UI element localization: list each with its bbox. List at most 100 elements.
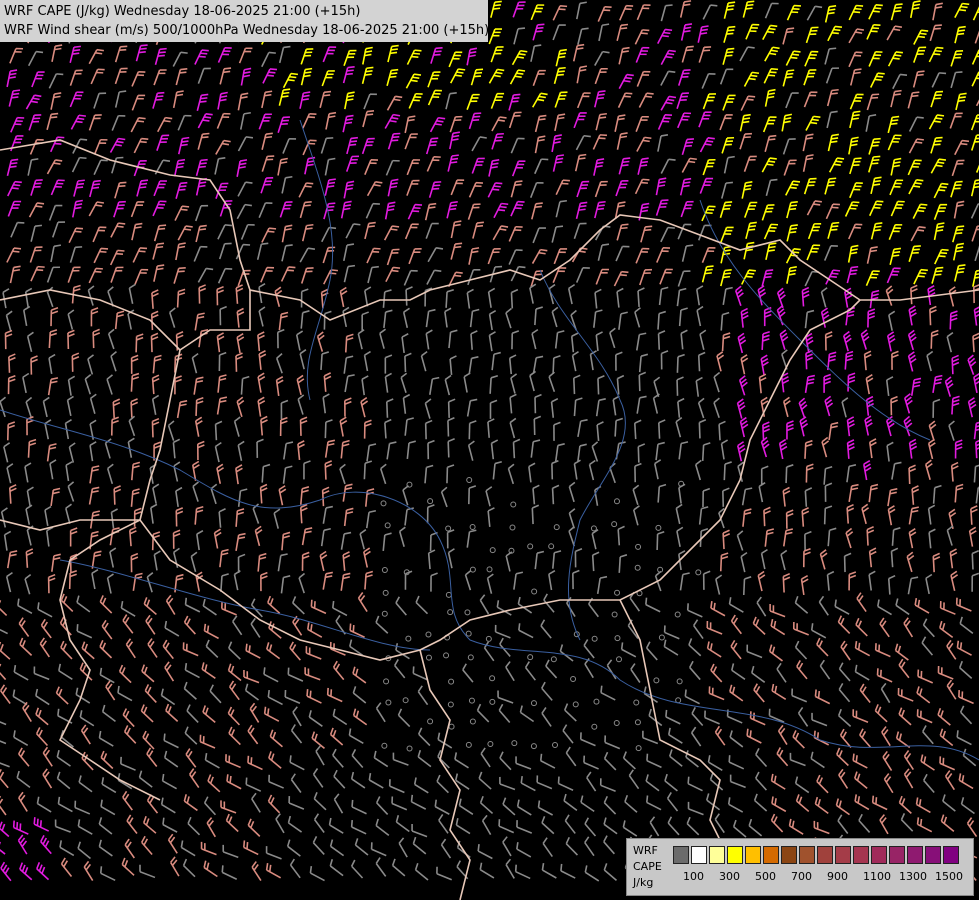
wind-barb [811,712,828,727]
wind-barb [367,265,379,284]
wind-barb [361,66,374,84]
wind-barb [768,644,783,662]
wind-barb [168,307,176,328]
wind-barb [237,92,249,111]
wind-barb [489,698,496,705]
wind-barb [508,354,517,375]
wind-barb [617,525,625,546]
wind-barb [114,310,125,330]
wind-barb [404,507,414,526]
wind-barb [427,549,436,570]
wind-barb [571,351,579,372]
wind-barb [132,572,143,591]
wind-barb [55,686,69,705]
wind-barb [951,395,960,415]
wind-barb [290,773,302,794]
wind-barb [595,268,609,285]
wind-barb [852,709,869,723]
wind-barb [400,372,408,394]
wind-barb [16,770,31,789]
wind-barb [574,548,583,568]
wind-barb [183,615,196,635]
wind-barb [398,837,408,858]
wind-barb [362,46,373,65]
wind-barb [584,817,597,837]
wind-barb [51,553,61,572]
wind-barb [542,837,553,858]
wind-barb [971,49,979,65]
wind-barb [502,797,516,816]
wind-barb [704,710,720,725]
wind-barb [150,332,159,353]
wind-barb [258,350,267,370]
wind-barb [931,72,947,88]
legend-tick-label: 100 [683,870,704,883]
wind-barb [510,137,525,154]
wind-barb [737,332,747,354]
wind-barb [708,686,725,701]
wind-barb [203,860,218,878]
wind-barb [352,686,367,704]
wind-barb [519,705,535,723]
wind-barb [596,421,604,441]
wind-barb [429,531,438,552]
wind-barb [591,551,600,572]
wind-barb [177,225,193,241]
wind-barb [286,839,301,857]
wind-barb [534,306,543,326]
wind-barb [449,115,463,133]
wind-barb [101,619,113,640]
wind-barb [972,332,979,353]
wind-barb [932,374,943,393]
wind-barb [386,95,403,111]
wind-barb [216,112,231,129]
wind-barb [114,90,127,108]
wind-barb [236,203,252,220]
wind-barb [332,708,348,726]
wind-barb [498,703,511,724]
wind-barb [375,857,387,877]
wind-barb [690,726,702,747]
wind-barb [953,264,966,282]
legend-swatch [907,846,923,864]
wind-barb [410,794,427,810]
wind-barb [415,595,429,615]
wind-barb [386,248,400,266]
wind-barb [541,816,555,835]
wind-barb [835,798,850,816]
wind-barb [149,463,157,484]
wind-barb [586,771,597,792]
wind-barb [151,394,160,415]
wind-barb [891,350,899,370]
wind-barb [132,247,148,263]
wind-barb [804,439,813,459]
wind-barb [202,705,216,723]
wind-barb [276,328,285,349]
wind-barb [91,550,102,569]
wind-barb [153,224,167,242]
wind-barb [530,4,545,21]
wind-barb [228,726,241,746]
wind-barb [531,248,548,264]
wind-barb [424,202,437,221]
wind-barb [0,841,6,855]
wind-barb [640,225,653,243]
wind-barb [676,526,684,547]
wind-barb [445,92,457,110]
wind-barb [147,638,158,658]
wind-barb [827,527,837,547]
wind-barb [697,351,706,372]
wind-barb [284,689,301,705]
wind-barb [802,133,814,152]
wind-barb [71,156,87,173]
wind-barb [713,371,721,393]
wind-barb [591,635,598,642]
wind-barb [823,245,838,261]
wind-barb [612,395,620,416]
wind-barb [463,372,471,393]
wind-barb [804,374,816,393]
wind-barb [247,818,261,837]
wind-barb [257,552,267,572]
wind-barb [939,756,955,771]
wind-barb [289,858,301,879]
